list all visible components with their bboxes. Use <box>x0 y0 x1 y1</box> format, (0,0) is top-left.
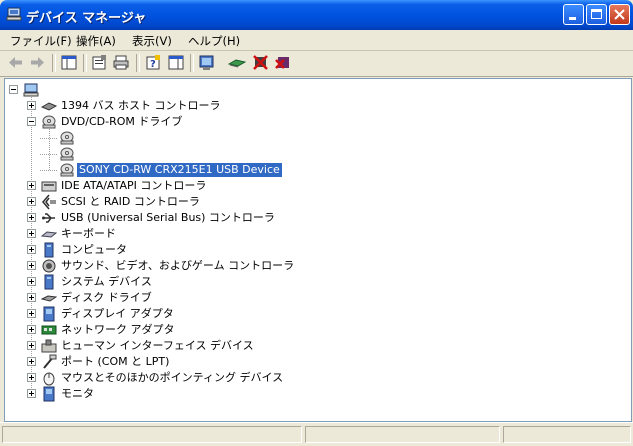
tree-line <box>49 125 51 170</box>
status-bar <box>0 422 633 446</box>
help-icon[interactable]: ? <box>144 54 162 71</box>
minimize-button[interactable] <box>563 4 584 25</box>
expand-toggle[interactable] <box>27 261 36 270</box>
monitor-icon <box>43 386 55 402</box>
usb-icon <box>42 213 55 223</box>
maximize-icon <box>591 9 602 19</box>
print-icon[interactable] <box>112 54 130 71</box>
display-adapter-icon <box>43 306 55 322</box>
computer-icon <box>23 83 39 97</box>
cdrom-icon <box>42 115 56 129</box>
update-driver-icon[interactable] <box>228 54 246 71</box>
expand-toggle[interactable] <box>27 197 36 206</box>
category-label: 1394 バス ホスト コントローラ <box>61 99 221 112</box>
port-icon <box>43 354 57 369</box>
expand-toggle[interactable] <box>27 293 36 302</box>
expand-toggle[interactable] <box>27 325 36 334</box>
tree-line <box>40 170 57 172</box>
title-bar[interactable]: デバイス マネージャ <box>0 0 633 30</box>
expand-toggle[interactable] <box>27 357 36 366</box>
category-label: ヒューマン インターフェイス デバイス <box>61 339 254 352</box>
expand-toggle[interactable] <box>27 389 36 398</box>
expand-toggle[interactable] <box>27 101 36 110</box>
show-hide-tree-icon[interactable] <box>60 54 78 71</box>
back-arrow-icon[interactable] <box>7 54 25 71</box>
toolbar-separator <box>52 54 56 72</box>
category-label: USB (Universal Serial Bus) コントローラ <box>61 211 275 224</box>
cdrom-icon <box>60 163 74 177</box>
toolbar-separator <box>190 54 194 72</box>
maximize-button[interactable] <box>586 4 607 25</box>
close-button[interactable] <box>609 4 630 25</box>
expand-toggle[interactable] <box>27 213 36 222</box>
category-label: ネットワーク アダプタ <box>61 323 175 336</box>
keyboard-icon <box>41 231 57 238</box>
disable-device-icon[interactable] <box>252 54 270 71</box>
view-icon[interactable] <box>167 54 185 71</box>
category-label: システム デバイス <box>61 275 152 288</box>
expand-toggle[interactable] <box>27 277 36 286</box>
mouse-icon <box>43 372 55 386</box>
collapse-toggle[interactable] <box>27 117 36 126</box>
status-pane-main <box>2 426 302 443</box>
category-label: モニタ <box>61 387 94 400</box>
hid-icon <box>41 339 57 353</box>
forward-arrow-icon[interactable] <box>28 54 46 71</box>
menu-help[interactable]: ヘルプ(H) <box>188 33 240 49</box>
ide-controller-icon <box>41 181 57 192</box>
close-icon <box>614 9 625 20</box>
category-label: サウンド、ビデオ、およびゲーム コントローラ <box>61 259 295 272</box>
bus-controller-icon <box>41 102 57 111</box>
disk-drive-icon <box>41 295 57 302</box>
menu-file[interactable]: ファイル(F) <box>10 33 72 49</box>
status-pane-secondary <box>305 426 500 443</box>
expand-toggle[interactable] <box>27 245 36 254</box>
network-adapter-icon <box>41 325 57 335</box>
category-label: ディスプレイ アダプタ <box>61 307 174 320</box>
scan-hardware-icon[interactable] <box>198 54 216 71</box>
computer-icon <box>6 7 22 21</box>
properties-icon[interactable] <box>90 54 108 71</box>
category-label: コンピュータ <box>61 243 127 256</box>
cdrom-icon <box>60 147 74 161</box>
expand-toggle[interactable] <box>27 181 36 190</box>
toolbar-separator <box>136 54 140 72</box>
toolbar: ? <box>0 50 633 77</box>
status-pane-tertiary <box>503 426 631 443</box>
cdrom-icon <box>60 131 74 145</box>
expand-toggle[interactable] <box>27 373 36 382</box>
menu-action[interactable]: 操作(A) <box>76 33 116 49</box>
device-label-selected: SONY CD-RW CRX215E1 USB Device <box>76 162 283 178</box>
category-label: IDE ATA/ATAPI コントローラ <box>61 179 207 192</box>
uninstall-device-icon[interactable] <box>274 54 292 71</box>
category-label: ディスク ドライブ <box>61 291 152 304</box>
computer-icon <box>44 242 54 258</box>
category-label: マウスとそのほかのポインティング デバイス <box>61 371 284 384</box>
toolbar-separator <box>83 54 87 72</box>
sound-icon <box>42 259 56 273</box>
device-tree[interactable]: 1394 バス ホスト コントローラ DVD/CD-ROM ドライブ SONY … <box>4 78 632 422</box>
window-title: デバイス マネージャ <box>26 11 147 26</box>
menu-bar: ファイル(F) 操作(A) 表示(V) ヘルプ(H) <box>0 30 633 51</box>
collapse-toggle[interactable] <box>9 85 18 94</box>
expand-toggle[interactable] <box>27 341 36 350</box>
svg-text:?: ? <box>150 59 156 70</box>
system-device-icon <box>44 274 54 290</box>
menu-view[interactable]: 表示(V) <box>132 33 172 49</box>
category-label: キーボード <box>61 227 116 240</box>
category-label: SCSI と RAID コントローラ <box>61 195 200 208</box>
category-label: ポート (COM と LPT) <box>61 355 170 368</box>
expand-toggle[interactable] <box>27 229 36 238</box>
category-label: DVD/CD-ROM ドライブ <box>61 115 183 128</box>
minimize-icon <box>569 17 576 20</box>
device-manager-window: デバイス マネージャ ファイル(F) 操作(A) 表示(V) ヘルプ(H) ? <box>0 0 633 445</box>
expand-toggle[interactable] <box>27 309 36 318</box>
scsi-icon <box>42 194 56 210</box>
